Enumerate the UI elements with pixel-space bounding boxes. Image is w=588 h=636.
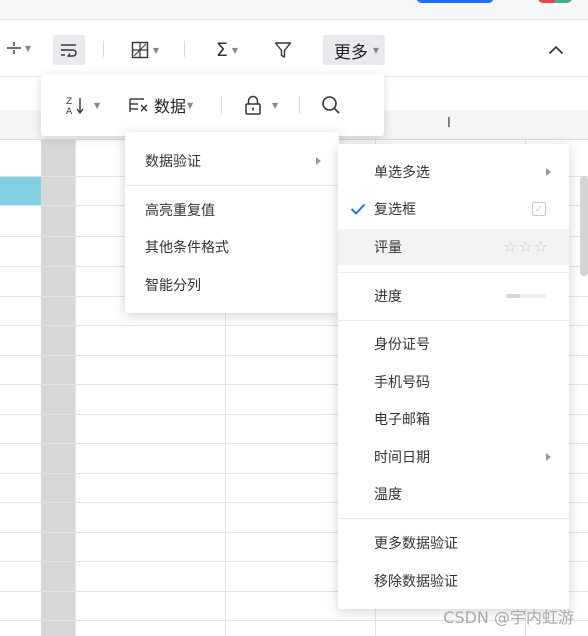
menu-item-single-multi-select[interactable]: 单选多选 <box>338 154 569 190</box>
watermark: CSDN @宇内虹游 <box>443 608 574 627</box>
split-cells-button[interactable]: ▼ <box>0 33 38 63</box>
chevron-up-icon <box>548 45 564 55</box>
lock-icon <box>245 95 261 115</box>
search-icon <box>322 96 340 114</box>
filter-button[interactable] <box>268 35 298 65</box>
wrap-text-button[interactable] <box>53 35 85 65</box>
menu-item-highlight-duplicates[interactable]: 高亮重复值 <box>125 192 339 228</box>
chevron-right-icon <box>546 453 551 461</box>
menu-item-checkbox[interactable]: 复选框 ✓ <box>338 191 569 227</box>
menu-divider <box>338 320 569 321</box>
more-button[interactable]: 更多 ▼ <box>323 35 385 65</box>
menu-item-rating[interactable]: 评量 ☆☆☆ <box>338 229 569 265</box>
menu-divider <box>338 272 569 273</box>
menu-item-label: 数据验证 <box>145 154 201 170</box>
menu-item-label: 移除数据验证 <box>374 574 458 590</box>
menu-item-progress[interactable]: 进度 <box>338 278 569 314</box>
chevron-down-icon: ▼ <box>187 100 194 110</box>
share-button[interactable] <box>416 0 494 3</box>
column-letter: I <box>447 116 451 131</box>
menu-item-remove-data-validation[interactable]: 移除数据验证 <box>338 563 569 599</box>
selected-cell[interactable] <box>0 177 41 205</box>
filter-icon <box>274 42 292 58</box>
stars-icon: ☆☆☆ <box>502 237 549 256</box>
menu-item-label: 高亮重复值 <box>145 203 215 219</box>
data-validation-submenu: 单选多选 复选框 ✓ 评量 ☆☆☆ 进度 身份证号 手机号码 电子邮箱 时间日期… <box>338 144 569 609</box>
menu-item-label: 更多数据验证 <box>374 536 458 552</box>
progress-icon <box>506 294 546 298</box>
menu-item-data-validation[interactable]: 数据验证 <box>125 143 339 179</box>
menu-item-label: 进度 <box>374 289 402 305</box>
search-button[interactable] <box>321 90 341 120</box>
top-strip <box>0 0 588 20</box>
chevron-down-icon: ▼ <box>94 100 101 110</box>
data-menu-button[interactable]: 数据 ▼ <box>129 90 193 120</box>
menu-divider <box>338 518 569 519</box>
sum-button[interactable]: Σ ▼ <box>206 35 248 65</box>
toolbar-divider <box>221 96 222 114</box>
data-toolbar-popup: Z A ▼ 数据 ▼ ▼ <box>41 74 384 136</box>
menu-divider <box>125 185 339 186</box>
menu-item-temperature[interactable]: 温度 <box>338 476 569 512</box>
menu-item-smart-split[interactable]: 智能分列 <box>125 267 339 303</box>
vertical-scrollbar[interactable] <box>580 176 588 276</box>
more-label: 更多 <box>333 42 368 63</box>
toolbar-divider <box>103 41 104 57</box>
protect-button[interactable]: ▼ <box>244 90 278 120</box>
menu-item-label: 其他条件格式 <box>145 240 229 256</box>
menu-item-label: 时间日期 <box>374 450 430 466</box>
chevron-down-icon: ▼ <box>372 45 380 55</box>
menu-item-label: 评量 <box>374 240 402 256</box>
menu-item-label: 电子邮箱 <box>374 412 430 428</box>
checkmark-icon <box>350 203 366 215</box>
split-icon <box>6 42 21 54</box>
toolbar-divider <box>184 41 185 57</box>
chevron-right-icon <box>316 157 321 165</box>
menu-item-date-time[interactable]: 时间日期 <box>338 439 569 475</box>
wrap-text-icon <box>61 44 77 57</box>
border-button[interactable]: ▼ <box>124 35 166 65</box>
checkbox-icon: ✓ <box>532 202 546 216</box>
menu-item-id-number[interactable]: 身份证号 <box>338 326 569 362</box>
menu-item-more-data-validation[interactable]: 更多数据验证 <box>338 525 569 561</box>
menu-item-other-conditional-format[interactable]: 其他条件格式 <box>125 229 339 265</box>
menu-item-label: 单选多选 <box>374 165 430 181</box>
chevron-down-icon: ▼ <box>231 45 239 55</box>
svg-text:A: A <box>66 107 73 115</box>
sigma-icon: Σ <box>215 39 228 61</box>
svg-text:Z: Z <box>66 97 72 107</box>
chevron-right-icon <box>546 168 551 176</box>
menu-item-label: 身份证号 <box>374 337 430 353</box>
sort-icon: Z A <box>66 97 84 115</box>
data-icon <box>129 98 148 112</box>
menu-item-email[interactable]: 电子邮箱 <box>338 401 569 437</box>
chevron-down-icon: ▼ <box>24 43 32 53</box>
more-dropdown-menu: 数据验证 高亮重复值 其他条件格式 智能分列 <box>125 132 339 313</box>
chevron-down-icon: ▼ <box>152 45 160 55</box>
menu-item-label: 手机号码 <box>374 375 430 391</box>
toolbar: ▼ ▼ Σ ▼ 更多 ▼ <box>0 20 588 77</box>
collapse-toolbar-button[interactable] <box>542 35 570 65</box>
menu-item-phone-number[interactable]: 手机号码 <box>338 364 569 400</box>
menu-item-label: 温度 <box>374 487 402 503</box>
menu-item-label: 智能分列 <box>145 278 201 294</box>
sort-button[interactable]: Z A ▼ <box>66 90 100 120</box>
border-icon <box>131 41 149 59</box>
chevron-down-icon: ▼ <box>272 100 279 110</box>
avatar[interactable] <box>538 0 572 3</box>
data-label: 数据 <box>154 97 187 116</box>
toolbar-divider <box>299 96 300 114</box>
menu-item-label: 复选框 <box>374 202 416 218</box>
